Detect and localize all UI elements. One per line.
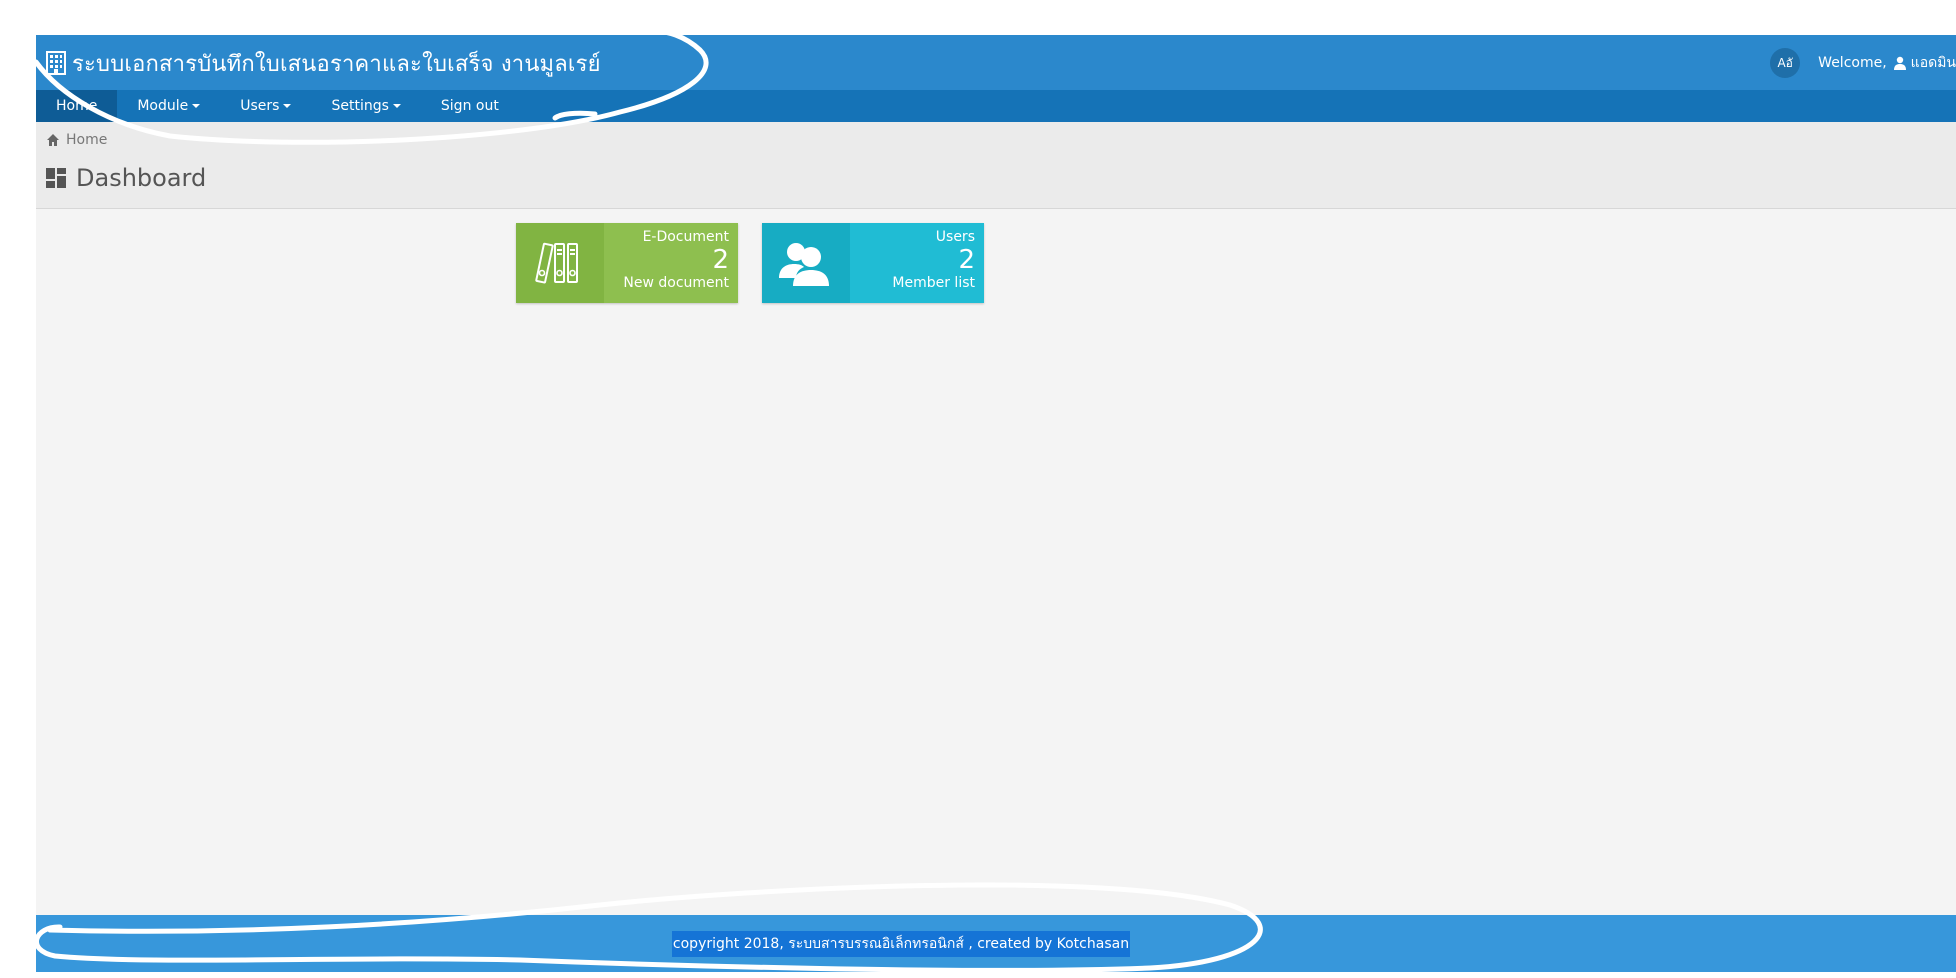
user-name: แอดมิน	[1910, 55, 1956, 71]
card-label: Users	[935, 229, 975, 245]
home-icon	[47, 134, 59, 146]
nav-module-label: Module	[137, 98, 189, 114]
card-body: E-Document 2 New document	[604, 223, 738, 303]
nav-home-label: Home	[56, 98, 98, 114]
breadcrumb[interactable]: Home	[46, 132, 107, 148]
footer-text[interactable]: copyright 2018, ระบบสารบรรณอิเล็กทรอนิกส…	[671, 930, 1131, 957]
page-title-text: Dashboard	[76, 164, 207, 192]
site-title[interactable]: ระบบเอกสารบันทึกใบเสนอราคาและใบเสร็จ งาน…	[46, 45, 601, 81]
site-title-text: ระบบเอกสารบันทึกใบเสนอราคาและใบเสร็จ งาน…	[72, 51, 601, 77]
caret-down-icon	[192, 104, 201, 108]
welcome-user[interactable]: Welcome, แอดมิน	[1818, 52, 1956, 74]
caret-down-icon	[392, 104, 401, 108]
language-button[interactable]: Aอั	[1770, 48, 1801, 78]
footer: copyright 2018, ระบบสารบรรณอิเล็กทรอนิกส…	[36, 915, 1956, 972]
card-icon-area	[516, 223, 604, 303]
caret-down-icon	[283, 104, 292, 108]
dashboard-icon	[46, 168, 66, 188]
card-label: E-Document	[642, 229, 729, 245]
page-header: Home Dashboard	[36, 122, 1956, 209]
card-caption: Member list	[892, 275, 975, 291]
binders-icon	[535, 242, 578, 284]
nav-settings-label: Settings	[331, 98, 389, 114]
nav-sign-out-label: Sign out	[440, 98, 499, 114]
top-header: ระบบเอกสารบันทึกใบเสนอราคาและใบเสร็จ งาน…	[36, 35, 1956, 90]
card-e-document[interactable]: E-Document 2 New document	[516, 223, 738, 303]
page-title: Dashboard	[46, 164, 206, 192]
nav-users[interactable]: Users	[220, 90, 311, 122]
nav-module[interactable]: Module	[117, 90, 220, 122]
users-icon	[779, 243, 829, 286]
card-body: Users 2 Member list	[850, 223, 984, 303]
app-window: ระบบเอกสารบันทึกใบเสนอราคาและใบเสร็จ งาน…	[36, 35, 1956, 972]
welcome-label: Welcome,	[1818, 55, 1887, 71]
card-users[interactable]: Users 2 Member list	[762, 223, 984, 303]
nav-settings[interactable]: Settings	[311, 90, 420, 122]
nav-users-label: Users	[240, 98, 280, 114]
nav-sign-out[interactable]: Sign out	[421, 90, 519, 122]
main-nav: Home Module Users Settings Sign out	[36, 90, 1956, 122]
card-value: 2	[712, 245, 729, 275]
building-icon	[46, 51, 66, 75]
card-value: 2	[958, 245, 975, 275]
user-icon	[1893, 56, 1906, 70]
card-caption: New document	[623, 275, 729, 291]
breadcrumb-home: Home	[66, 132, 108, 148]
card-icon-area	[762, 223, 850, 303]
header-right: Aอั Welcome, แอดมิน	[1770, 45, 1956, 81]
nav-home[interactable]: Home	[36, 90, 118, 122]
